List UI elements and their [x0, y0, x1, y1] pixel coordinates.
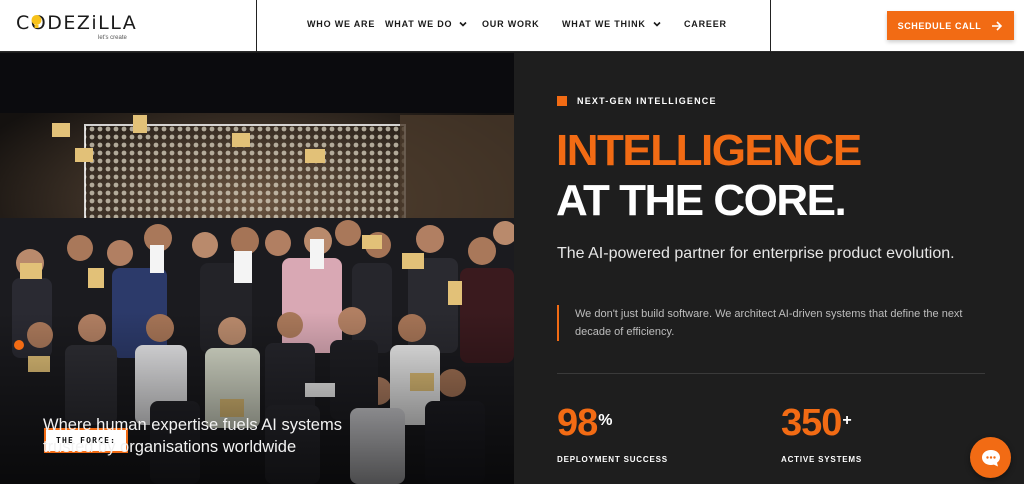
schedule-call-button[interactable]: SCHEDULE CALL [887, 11, 1014, 40]
nav-career[interactable]: CAREER [684, 19, 727, 29]
stat-value: 98% [557, 402, 613, 444]
brand-logo[interactable]: CODEZiLLA let's create [16, 10, 146, 44]
brand-tagline: let's create [98, 35, 127, 41]
hero-title-line1: INTELLIGENCE [556, 126, 862, 175]
stat-label: DEPLOYMENT SUCCESS [557, 455, 668, 464]
hero-lede: The AI-powered partner for enterprise pr… [557, 245, 955, 262]
header-divider [770, 0, 771, 52]
arrow-right-icon [992, 20, 1003, 31]
stat-active-systems: 350+ ACTIVE SYSTEMS [781, 403, 862, 464]
header-divider [256, 0, 257, 52]
carousel-indicator[interactable] [14, 340, 24, 350]
chat-launcher-button[interactable] [970, 437, 1011, 478]
square-bullet-icon [557, 96, 567, 106]
hero-title-line2: AT THE CORE. [556, 176, 847, 225]
lightbulb-icon [31, 15, 42, 28]
chevron-down-icon [459, 21, 467, 27]
nav-our-work[interactable]: OUR WORK [482, 19, 539, 29]
hero-eyebrow: NEXT-GEN INTELLIGENCE [557, 96, 717, 106]
stat-label: ACTIVE SYSTEMS [781, 455, 862, 464]
nav-label: OUR WORK [482, 19, 540, 29]
hero-content: NEXT-GEN INTELLIGENCE INTELLIGENCE AT TH… [514, 53, 1024, 484]
nav-label: WHO WE ARE [307, 19, 376, 29]
nav-what-we-do[interactable]: WHAT WE DO [385, 19, 468, 29]
nav-who-we-are[interactable]: WHO WE ARE [307, 19, 375, 29]
chevron-down-icon [653, 21, 661, 27]
stat-value: 350+ [781, 402, 852, 444]
chat-bubble-icon [981, 449, 1000, 466]
nav-label: CAREER [684, 19, 727, 29]
hero-quote: We don't just build software. We archite… [557, 305, 987, 341]
nav-label: WHAT WE THINK [562, 19, 646, 29]
nav-label: WHAT WE DO [385, 19, 453, 29]
nav-what-we-think[interactable]: WHAT WE THINK [562, 19, 662, 29]
stat-deployment-success: 98% DEPLOYMENT SUCCESS [557, 403, 668, 464]
eyebrow-label: NEXT-GEN INTELLIGENCE [577, 96, 717, 106]
team-photo: THE FORCE: Where human expertise fuels A… [0, 53, 514, 484]
photo-caption: Where human expertise fuels AI systems t… [43, 416, 342, 456]
site-header: CODEZiLLA let's create WHO WE ARE WHAT W… [0, 0, 1024, 52]
section-divider [557, 373, 985, 374]
cta-label: SCHEDULE CALL [897, 20, 982, 31]
